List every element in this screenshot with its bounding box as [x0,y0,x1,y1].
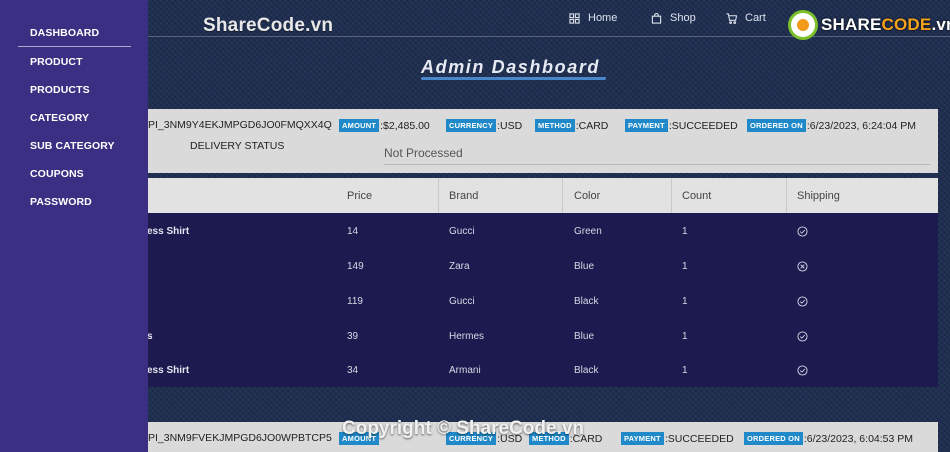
header-color: Color [574,190,601,202]
logo-domain: .vn [931,15,950,34]
order-amount: AMOUNT :$2,485.00 [339,119,430,132]
product-color: Black [574,296,599,307]
sidebar-item-category[interactable]: CATEGORY [30,112,89,124]
method-badge: METHOD [535,119,575,132]
product-color: Blue [574,261,595,272]
product-count: 1 [682,331,688,342]
nav-shop-label: Shop [670,12,696,24]
header-divider [786,178,787,213]
product-color: Black [574,365,599,376]
product-price: 14 [347,226,359,237]
product-brand: Gucci [449,296,475,307]
check-circle-icon [797,365,808,376]
currency-badge: CURRENCY [446,119,497,132]
logo-suffix: CODE [881,15,932,34]
header-divider [671,178,672,213]
sidebar-item-coupons[interactable]: COUPONS [30,168,84,180]
product-price: 39 [347,331,359,342]
header-divider [562,178,563,213]
sidebar-item-sub-category[interactable]: SUB CATEGORY [30,140,115,152]
cart-icon [726,12,737,24]
product-brand: Gucci [449,226,475,237]
page-title: Admin Dashboard [421,57,601,77]
delivery-status-label: DELIVERY STATUS [190,140,285,152]
delivery-status-select[interactable]: Not Processed [384,139,930,165]
order-date: ORDERED ON :6/23/2023, 6:04:53 PM [744,432,913,445]
nav-cart-link[interactable]: Cart [726,12,766,24]
header-divider [438,178,439,213]
payment-badge: PAYMENT [625,119,668,132]
payment-badge: PAYMENT [621,432,664,445]
x-circle-icon [797,261,808,272]
sidebar-item-products[interactable]: PRODUCTS [30,84,90,96]
header-brand: Brand [449,190,479,202]
ordered-badge: ORDERED ON [744,432,803,445]
product-count: 1 [682,296,688,307]
nav-home-label: Home [588,12,618,24]
nav-shop-link[interactable]: Shop [651,12,696,24]
order-payment: PAYMENT :SUCCEEDED [621,432,734,445]
order-method: METHOD :CARD [535,119,608,132]
nav-cart-label: Cart [745,12,766,24]
logo-prefix: SHARE [821,15,882,34]
product-title: ess Shirt [147,226,190,237]
sidebar-item-password[interactable]: PASSWORD [30,196,92,208]
ordered-value: :6/23/2023, 6:04:53 PM [803,432,914,445]
product-brand: Armani [449,365,481,376]
order-payment: PAYMENT :SUCCEEDED [625,119,738,132]
order-summary-row: PI_3NM9Y4EKJMPGD6JO0FMQXX4Q AMOUNT :$2,4… [148,119,938,133]
product-title: ess Shirt [147,365,190,376]
product-price: 34 [347,365,359,376]
product-price: 149 [347,261,364,272]
product-price: 119 [347,296,363,307]
title-underline [421,77,606,80]
ordered-value: :6/23/2023, 6:24:04 PM [806,119,917,132]
product-count: 1 [682,365,688,376]
header-shipping: Shipping [797,190,840,202]
product-color: Blue [574,331,595,342]
payment-value: :SUCCEEDED [664,432,734,445]
amount-badge: AMOUNT [339,119,380,132]
ordered-badge: ORDERED ON [747,119,806,132]
shopping-bag-icon [651,12,662,24]
copyright-watermark: Copyright © ShareCode.vn [342,418,585,439]
nav-home-link[interactable]: Home [569,12,617,24]
admin-sidebar: DASHBOARD PRODUCT PRODUCTS CATEGORY SUB … [0,0,148,452]
order-currency: CURRENCY :USD [446,119,522,132]
sharecode-logo: SHARECODE.vn [788,10,950,40]
check-circle-icon [797,226,808,237]
product-count: 1 [682,261,688,272]
product-color: Green [574,226,602,237]
product-brand: Zara [449,261,470,272]
order-card: PI_3NM9Y4EKJMPGD6JO0FMQXX4Q AMOUNT :$2,4… [148,109,938,173]
product-count: 1 [682,226,688,237]
sidebar-item-dashboard[interactable]: DASHBOARD [30,27,99,39]
table-header: Price Brand Color Count Shipping [148,178,938,213]
grid-icon [569,12,580,24]
logo-mark-icon [788,10,818,40]
sidebar-item-product[interactable]: PRODUCT [30,56,83,68]
sidebar-divider [18,46,131,47]
check-circle-icon [797,296,808,307]
watermark-text: ShareCode.vn [203,15,334,36]
product-brand: Hermes [449,331,485,342]
logo-text: SHARECODE.vn [821,15,950,35]
order-id: PI_3NM9FVEKJMPGD6JO0WPBTCP5 [148,432,332,444]
order-date: ORDERED ON :6/23/2023, 6:24:04 PM [747,119,916,132]
payment-value: :SUCCEEDED [668,119,738,132]
header-price: Price [347,190,373,202]
method-value: :CARD [575,119,609,132]
header-count: Count [682,190,712,202]
amount-value: :$2,485.00 [380,119,430,132]
currency-value: :USD [497,119,523,132]
check-circle-icon [797,331,808,342]
order-id: PI_3NM9Y4EKJMPGD6JO0FMQXX4Q [148,119,332,131]
order-products-table: Price Brand Color Count Shipping ess Shi… [147,178,938,387]
